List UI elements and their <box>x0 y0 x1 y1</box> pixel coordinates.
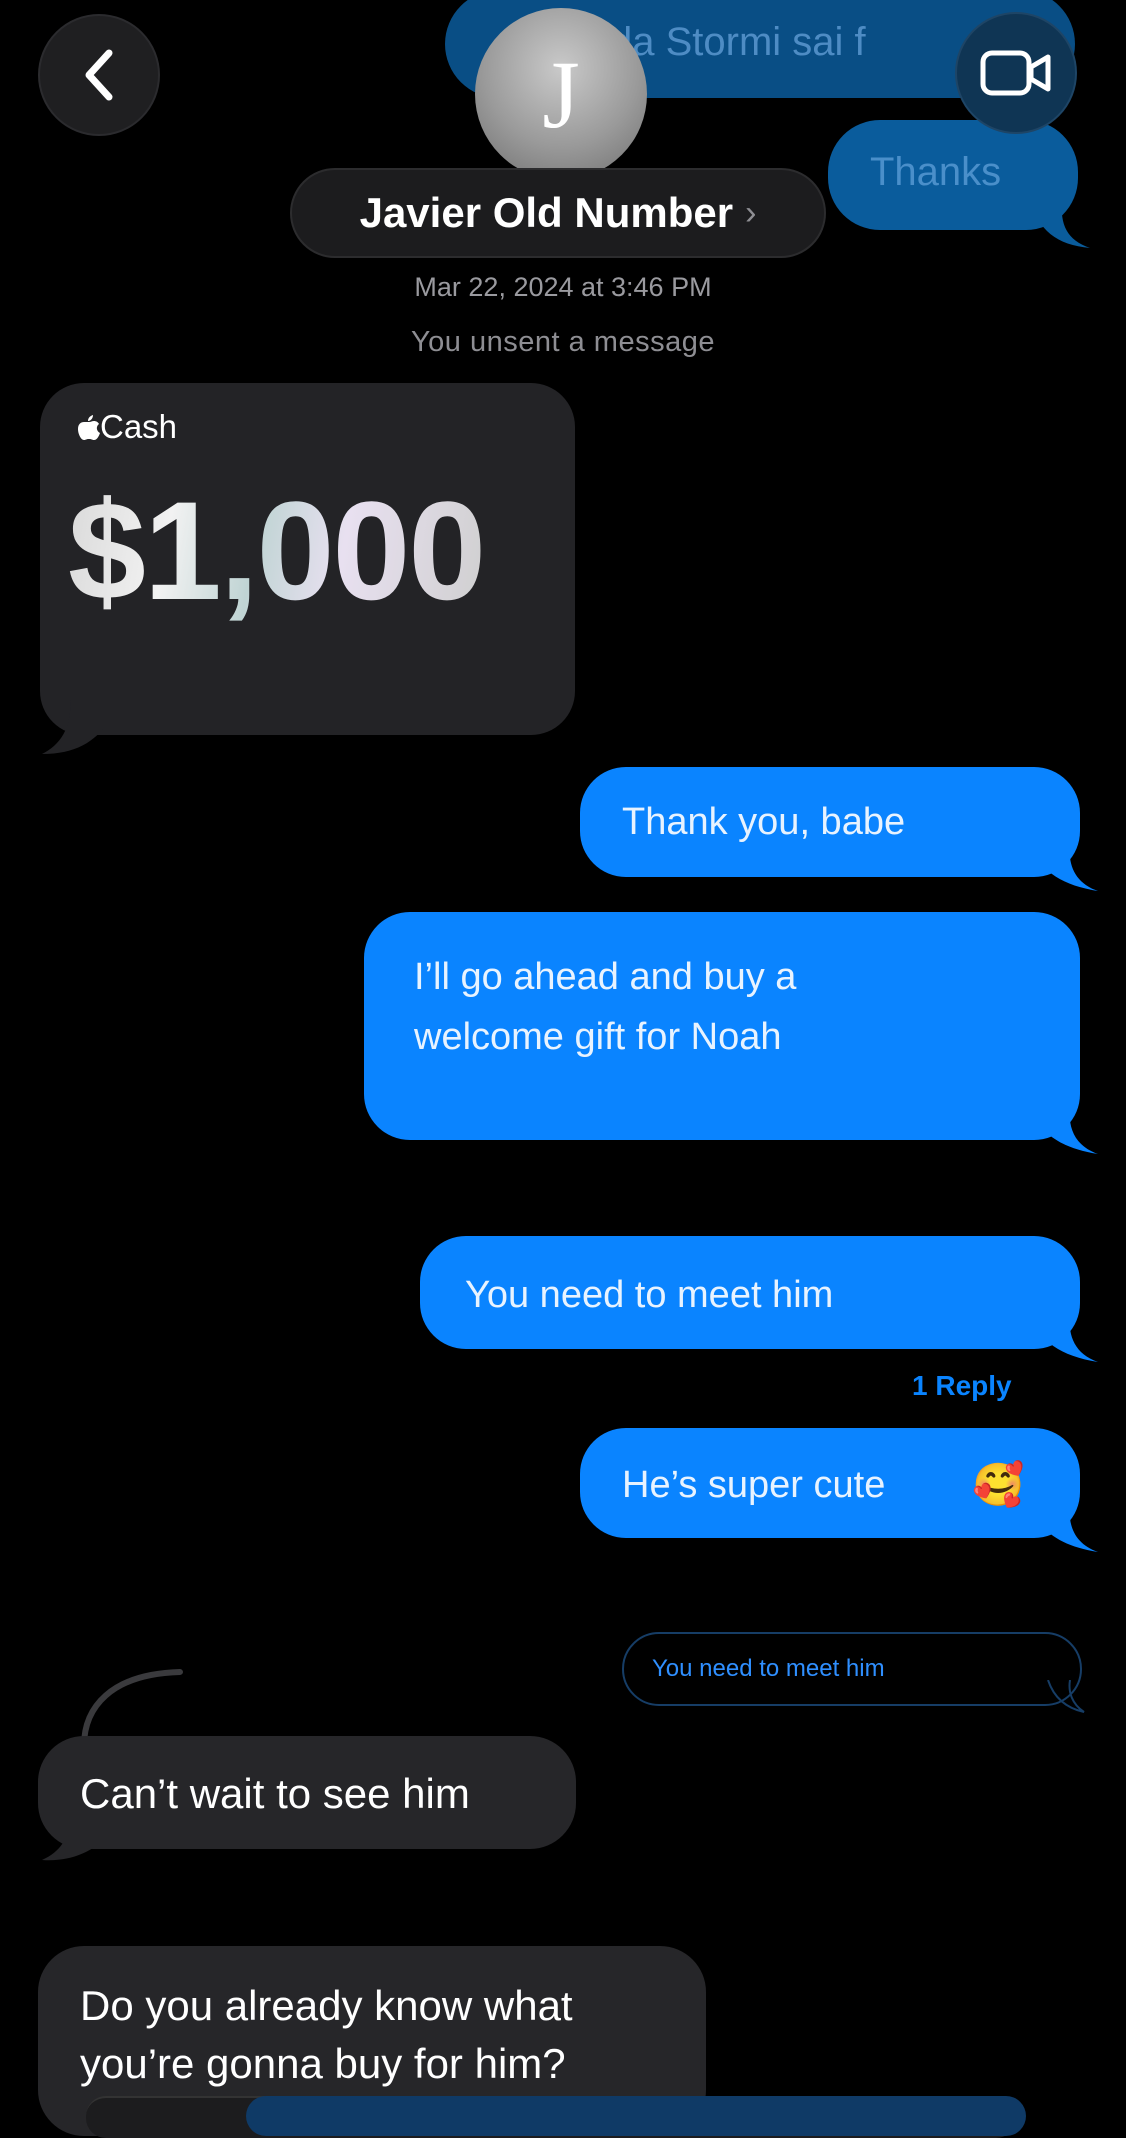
video-camera-icon <box>980 50 1051 96</box>
quoted-reply-text: You need to meet him <box>652 1655 885 1682</box>
cash-label-text: Cash <box>100 408 178 445</box>
unsent-notice: You unsent a message <box>411 326 715 358</box>
incoming-message-text: Can’t wait to see him <box>80 1770 470 1817</box>
outgoing-message-text: Thank you, babe <box>622 801 906 843</box>
contact-name: Javier Old Number <box>359 189 734 236</box>
message-input-field[interactable] <box>246 2096 1026 2136</box>
bubble-tail <box>1030 845 1098 891</box>
bubble-tail <box>42 1816 108 1861</box>
contact-name-button[interactable]: Javier Old Number › <box>290 168 826 258</box>
bubble-tail <box>1030 1108 1098 1154</box>
quoted-bubble-tail <box>1047 1680 1085 1713</box>
bubble-tail <box>1030 1316 1098 1362</box>
message-timestamp: Mar 22, 2024 at 3:46 PM <box>414 272 712 302</box>
faded-message-text: da Stormi sai f <box>610 20 866 64</box>
apple-logo-icon <box>78 415 100 440</box>
incoming-message-line: you’re gonna buy for him? <box>80 2040 566 2087</box>
apple-cash-label: Cash <box>78 408 177 446</box>
contact-avatar[interactable]: J <box>475 8 647 180</box>
faded-thanks-tail <box>1032 200 1090 248</box>
smiling-face-with-hearts-icon: 🥰 <box>972 1461 1025 1508</box>
thread-reply-count[interactable]: 1 Reply <box>912 1370 1012 1402</box>
chevron-right-icon: › <box>745 193 757 232</box>
outgoing-message-line: I’ll go ahead and buy a <box>414 956 797 998</box>
video-call-button[interactable] <box>955 12 1077 134</box>
incoming-message-line: Do you already know what <box>80 1982 573 2029</box>
back-button[interactable] <box>38 14 160 136</box>
cash-amount: $1,000 <box>68 470 486 632</box>
faded-thanks-text: Thanks <box>870 150 1002 194</box>
bubble-tail <box>1030 1506 1098 1552</box>
outgoing-message-line: welcome gift for Noah <box>414 1016 782 1058</box>
outgoing-message-text: He’s super cute <box>622 1464 886 1506</box>
avatar-initial: J <box>542 40 580 148</box>
chevron-left-icon <box>85 49 113 101</box>
outgoing-message-text: You need to meet him <box>465 1274 834 1316</box>
cash-card-tail <box>42 700 108 754</box>
